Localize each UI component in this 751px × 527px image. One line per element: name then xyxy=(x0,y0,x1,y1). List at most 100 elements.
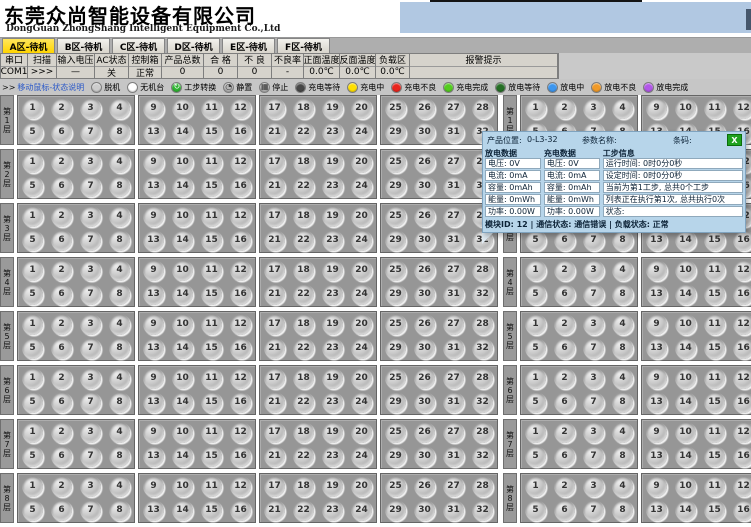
cell-30[interactable]: 30 xyxy=(414,122,435,143)
cell-31[interactable]: 31 xyxy=(443,500,464,521)
cell-14[interactable]: 14 xyxy=(172,338,193,359)
cell-14[interactable]: 14 xyxy=(675,446,696,467)
cell-10[interactable]: 10 xyxy=(675,476,696,497)
cell-2[interactable]: 2 xyxy=(554,314,575,335)
cell-24[interactable]: 24 xyxy=(351,176,372,197)
cell-30[interactable]: 30 xyxy=(414,500,435,521)
cell-9[interactable]: 9 xyxy=(143,476,164,497)
cell-28[interactable]: 28 xyxy=(472,368,493,389)
cell-10[interactable]: 10 xyxy=(172,314,193,335)
cell-9[interactable]: 9 xyxy=(143,206,164,227)
cell-25[interactable]: 25 xyxy=(385,476,406,497)
cell-4[interactable]: 4 xyxy=(109,260,130,281)
cell-11[interactable]: 11 xyxy=(704,422,725,443)
cell-1[interactable]: 1 xyxy=(22,98,43,119)
cell-25[interactable]: 25 xyxy=(385,98,406,119)
cell-5[interactable]: 5 xyxy=(22,392,43,413)
cell-15[interactable]: 15 xyxy=(201,392,222,413)
cell-8[interactable]: 8 xyxy=(109,500,130,521)
cell-31[interactable]: 31 xyxy=(443,122,464,143)
cell-2[interactable]: 2 xyxy=(554,476,575,497)
cell-24[interactable]: 24 xyxy=(351,500,372,521)
cell-28[interactable]: 28 xyxy=(472,260,493,281)
cell-13[interactable]: 13 xyxy=(143,446,164,467)
cell-14[interactable]: 14 xyxy=(172,500,193,521)
cell-2[interactable]: 2 xyxy=(51,422,72,443)
cell-20[interactable]: 20 xyxy=(351,260,372,281)
cell-17[interactable]: 17 xyxy=(264,314,285,335)
cell-25[interactable]: 25 xyxy=(385,314,406,335)
cell-31[interactable]: 31 xyxy=(443,446,464,467)
cell-9[interactable]: 9 xyxy=(646,260,667,281)
cell-4[interactable]: 4 xyxy=(109,422,130,443)
cell-30[interactable]: 30 xyxy=(414,284,435,305)
cell-19[interactable]: 19 xyxy=(322,98,343,119)
cell-14[interactable]: 14 xyxy=(675,284,696,305)
cell-10[interactable]: 10 xyxy=(172,260,193,281)
cell-1[interactable]: 1 xyxy=(525,314,546,335)
cell-22[interactable]: 22 xyxy=(293,230,314,251)
cell-15[interactable]: 15 xyxy=(704,446,725,467)
cell-11[interactable]: 11 xyxy=(201,422,222,443)
cell-14[interactable]: 14 xyxy=(172,392,193,413)
cell-10[interactable]: 10 xyxy=(172,98,193,119)
cell-4[interactable]: 4 xyxy=(109,314,130,335)
cell-26[interactable]: 26 xyxy=(414,476,435,497)
cell-13[interactable]: 13 xyxy=(143,176,164,197)
cell-5[interactable]: 5 xyxy=(525,392,546,413)
cell-9[interactable]: 9 xyxy=(143,152,164,173)
cell-18[interactable]: 18 xyxy=(293,260,314,281)
cell-31[interactable]: 31 xyxy=(443,176,464,197)
cell-1[interactable]: 1 xyxy=(525,368,546,389)
cell-6[interactable]: 6 xyxy=(554,500,575,521)
cell-20[interactable]: 20 xyxy=(351,206,372,227)
cell-20[interactable]: 20 xyxy=(351,368,372,389)
cell-13[interactable]: 13 xyxy=(646,392,667,413)
cell-4[interactable]: 4 xyxy=(109,152,130,173)
cell-2[interactable]: 2 xyxy=(51,152,72,173)
cell-2[interactable]: 2 xyxy=(554,98,575,119)
cell-27[interactable]: 27 xyxy=(443,422,464,443)
cell-30[interactable]: 30 xyxy=(414,446,435,467)
cell-30[interactable]: 30 xyxy=(414,230,435,251)
cell-2[interactable]: 2 xyxy=(51,206,72,227)
cell-30[interactable]: 30 xyxy=(414,392,435,413)
cell-13[interactable]: 13 xyxy=(646,338,667,359)
cell-2[interactable]: 2 xyxy=(554,422,575,443)
status-help-link[interactable]: >> 移动鼠标-状态说明 xyxy=(2,82,84,93)
cell-12[interactable]: 12 xyxy=(230,260,251,281)
cell-8[interactable]: 8 xyxy=(612,338,633,359)
cell-31[interactable]: 31 xyxy=(443,284,464,305)
cell-4[interactable]: 4 xyxy=(612,368,633,389)
cell-24[interactable]: 24 xyxy=(351,284,372,305)
cell-9[interactable]: 9 xyxy=(646,422,667,443)
cell-3[interactable]: 3 xyxy=(583,368,604,389)
cell-4[interactable]: 4 xyxy=(612,314,633,335)
cell-21[interactable]: 21 xyxy=(264,284,285,305)
cell-23[interactable]: 23 xyxy=(322,338,343,359)
cell-20[interactable]: 20 xyxy=(351,422,372,443)
cell-13[interactable]: 13 xyxy=(143,230,164,251)
cell-7[interactable]: 7 xyxy=(80,500,101,521)
cell-24[interactable]: 24 xyxy=(351,338,372,359)
cell-6[interactable]: 6 xyxy=(51,284,72,305)
cell-9[interactable]: 9 xyxy=(143,98,164,119)
cell-22[interactable]: 22 xyxy=(293,446,314,467)
cell-18[interactable]: 18 xyxy=(293,98,314,119)
cell-31[interactable]: 31 xyxy=(443,230,464,251)
cell-5[interactable]: 5 xyxy=(22,446,43,467)
cell-8[interactable]: 8 xyxy=(612,392,633,413)
cell-31[interactable]: 31 xyxy=(443,392,464,413)
cell-5[interactable]: 5 xyxy=(22,338,43,359)
cell-3[interactable]: 3 xyxy=(80,368,101,389)
cell-7[interactable]: 7 xyxy=(583,500,604,521)
cell-14[interactable]: 14 xyxy=(172,230,193,251)
cell-10[interactable]: 10 xyxy=(675,98,696,119)
cell-12[interactable]: 12 xyxy=(733,476,751,497)
cell-9[interactable]: 9 xyxy=(646,314,667,335)
tab-zone-b[interactable]: B区-待机 xyxy=(57,38,110,53)
cell-24[interactable]: 24 xyxy=(351,446,372,467)
cell-7[interactable]: 7 xyxy=(80,446,101,467)
cell-25[interactable]: 25 xyxy=(385,260,406,281)
cell-12[interactable]: 12 xyxy=(230,476,251,497)
